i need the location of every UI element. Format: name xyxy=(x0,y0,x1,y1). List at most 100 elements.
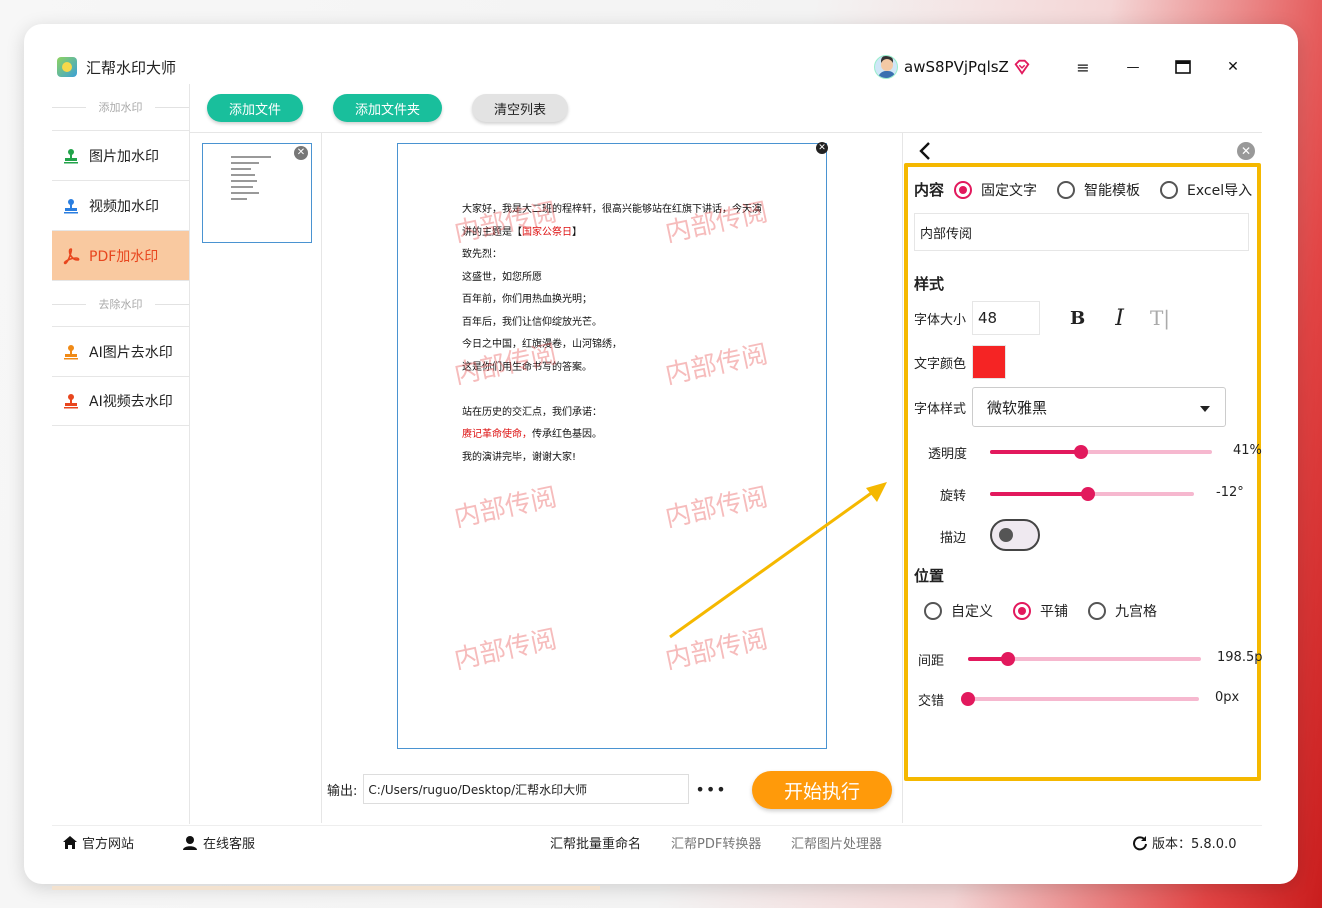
font-size-label: 字体大小 xyxy=(914,312,967,328)
close-icon[interactable]: ✕ xyxy=(1220,56,1246,78)
doc-line: 我的演讲完毕，谢谢大家! xyxy=(462,451,577,463)
radio-excel-import[interactable] xyxy=(1160,180,1179,199)
stamp-icon xyxy=(62,343,80,361)
section-remove-watermark: 去除水印 xyxy=(52,280,189,326)
headset-icon xyxy=(183,836,197,850)
radio-nine-grid[interactable] xyxy=(1088,602,1106,620)
sidebar: 添加水印 图片加水印 视频加水印 PDF加水印 去除水印 AI图片去水印 AI视… xyxy=(52,84,190,824)
sidebar-item-pdf-watermark[interactable]: PDF加水印 xyxy=(52,230,189,280)
opacity-slider[interactable] xyxy=(990,445,1212,459)
font-color-swatch[interactable] xyxy=(972,345,1007,379)
document-text: 大家好，我是大二班的程梓轩，很高兴能够站在红旗下讲话，今天演 讲的主题是【国家公… xyxy=(462,199,772,469)
output-label: 输出: xyxy=(327,783,358,799)
watermark: 内部传阅 xyxy=(451,624,560,676)
stagger-value: 0px xyxy=(1215,690,1240,705)
doc-line: 百年后，我们让信仰绽放光芒。 xyxy=(462,316,602,328)
stroke-toggle[interactable] xyxy=(990,519,1040,551)
doc-line-vow: 赓记革命使命，传承红色基因。 xyxy=(462,429,602,440)
position-label: 位置 xyxy=(914,567,945,585)
option-tile: 平铺 xyxy=(1040,604,1068,620)
section-add-watermark: 添加水印 xyxy=(52,84,189,130)
doc-blank-line xyxy=(462,379,772,402)
radio-custom[interactable] xyxy=(924,602,942,620)
app-logo-icon xyxy=(57,57,77,77)
image-processor-link[interactable]: 汇帮图片处理器 xyxy=(791,833,882,852)
annotation-arrow-icon xyxy=(669,482,887,639)
browse-more-icon[interactable]: ••• xyxy=(695,780,726,799)
sidebar-item-label: AI图片去水印 xyxy=(89,344,173,361)
minimize-icon[interactable]: — xyxy=(1120,56,1146,78)
sidebar-item-label: 图片加水印 xyxy=(89,148,159,165)
panel-header: ✕ xyxy=(912,138,1255,164)
clear-list-button[interactable]: 清空列表 xyxy=(472,94,569,122)
add-folder-button[interactable]: 添加文件夹 xyxy=(333,94,443,122)
batch-rename-link[interactable]: 汇帮批量重命名 xyxy=(550,833,641,852)
sidebar-item-label: 视频加水印 xyxy=(89,198,159,215)
toolbar: 添加文件 添加文件夹 清空列表 xyxy=(207,94,598,122)
user-account[interactable]: awS8PVjPqlsZ xyxy=(874,54,1031,80)
sidebar-item-ai-image-remove[interactable]: AI图片去水印 xyxy=(52,326,189,376)
refresh-icon xyxy=(1133,835,1147,850)
watermark-settings-panel: 内容 固定文字 智能模板 Excel导入 内部传阅 样式 字体大小 48 B I… xyxy=(904,163,1263,781)
thumbnail-preview xyxy=(231,156,271,204)
spacing-value: 198.5p xyxy=(1217,650,1263,665)
maximize-icon[interactable] xyxy=(1170,56,1196,78)
pdf-converter-link[interactable]: 汇帮PDF转换器 xyxy=(671,833,761,852)
output-path-input[interactable]: C:/Users/ruguo/Desktop/汇帮水印大师 xyxy=(363,774,690,804)
bold-button[interactable]: B xyxy=(1070,308,1085,329)
rotate-slider[interactable] xyxy=(990,487,1194,501)
sidebar-item-ai-video-remove[interactable]: AI视频去水印 xyxy=(52,376,189,426)
font-style-value: 微软雅黑 xyxy=(987,398,1048,417)
italic-button[interactable]: I xyxy=(1115,306,1124,331)
spacing-label: 间距 xyxy=(918,654,945,669)
file-list: ✕ xyxy=(190,133,322,823)
sidebar-item-label: PDF加水印 xyxy=(89,248,159,265)
sidebar-item-video-watermark[interactable]: 视频加水印 xyxy=(52,180,189,230)
close-panel-icon[interactable]: ✕ xyxy=(1237,142,1255,160)
remove-file-icon[interactable]: ✕ xyxy=(294,146,308,160)
font-style-select[interactable]: 微软雅黑 xyxy=(972,387,1227,427)
footer: 官方网站 在线客服 汇帮批量重命名 汇帮PDF转换器 汇帮图片处理器 版本：5.… xyxy=(52,825,1262,857)
option-nine-grid: 九宫格 xyxy=(1115,604,1157,620)
website-link[interactable]: 官方网站 xyxy=(62,833,134,852)
stagger-label: 交错 xyxy=(918,694,945,709)
rotate-label: 旋转 xyxy=(940,489,967,504)
option-excel-import: Excel导入 xyxy=(1187,182,1253,199)
close-preview-icon[interactable]: ✕ xyxy=(816,142,828,154)
radio-tile[interactable] xyxy=(1013,602,1031,620)
watermark: 内部传阅 xyxy=(451,482,560,534)
start-button[interactable]: 开始执行 xyxy=(752,771,892,809)
option-fixed-text: 固定文字 xyxy=(981,182,1038,199)
file-thumbnail[interactable]: ✕ xyxy=(202,143,312,243)
title-bar: 汇帮水印大师 awS8PVjPqlsZ ≡ — ✕ xyxy=(52,50,1262,84)
sidebar-item-image-watermark[interactable]: 图片加水印 xyxy=(52,130,189,180)
option-custom: 自定义 xyxy=(951,604,993,620)
font-color-label: 文字颜色 xyxy=(914,356,967,372)
home-icon xyxy=(63,836,77,849)
strikethrough-button[interactable]: T| xyxy=(1150,306,1170,330)
stamp-icon xyxy=(62,392,80,410)
stagger-slider[interactable] xyxy=(961,692,1199,706)
avatar-icon xyxy=(874,55,898,79)
add-file-button[interactable]: 添加文件 xyxy=(207,94,304,122)
menu-icon[interactable]: ≡ xyxy=(1070,56,1096,78)
back-arrow-icon[interactable] xyxy=(916,140,934,162)
style-label: 样式 xyxy=(914,275,945,293)
watermark-text-input[interactable]: 内部传阅 xyxy=(914,213,1249,251)
pdf-icon xyxy=(62,247,80,265)
font-size-input[interactable]: 48 xyxy=(972,301,1041,335)
username: awS8PVjPqlsZ xyxy=(904,58,1009,76)
spacing-slider[interactable] xyxy=(968,652,1201,666)
doc-line: 百年前，你们用热血换光明； xyxy=(462,294,592,305)
radio-smart-template[interactable] xyxy=(1057,180,1076,199)
highlight-vow: 赓记革命使命， xyxy=(462,429,532,440)
option-smart-template: 智能模板 xyxy=(1084,182,1141,199)
radio-fixed-text[interactable] xyxy=(954,180,973,199)
customer-service-link[interactable]: 在线客服 xyxy=(182,833,255,852)
version-info[interactable]: 版本：5.8.0.0 xyxy=(1132,833,1236,852)
stroke-label: 描边 xyxy=(940,531,967,546)
dropdown-arrow-icon xyxy=(1199,400,1211,418)
font-style-label: 字体样式 xyxy=(914,401,967,417)
bottom-decoration xyxy=(52,886,600,890)
content-label: 内容 xyxy=(914,181,945,199)
